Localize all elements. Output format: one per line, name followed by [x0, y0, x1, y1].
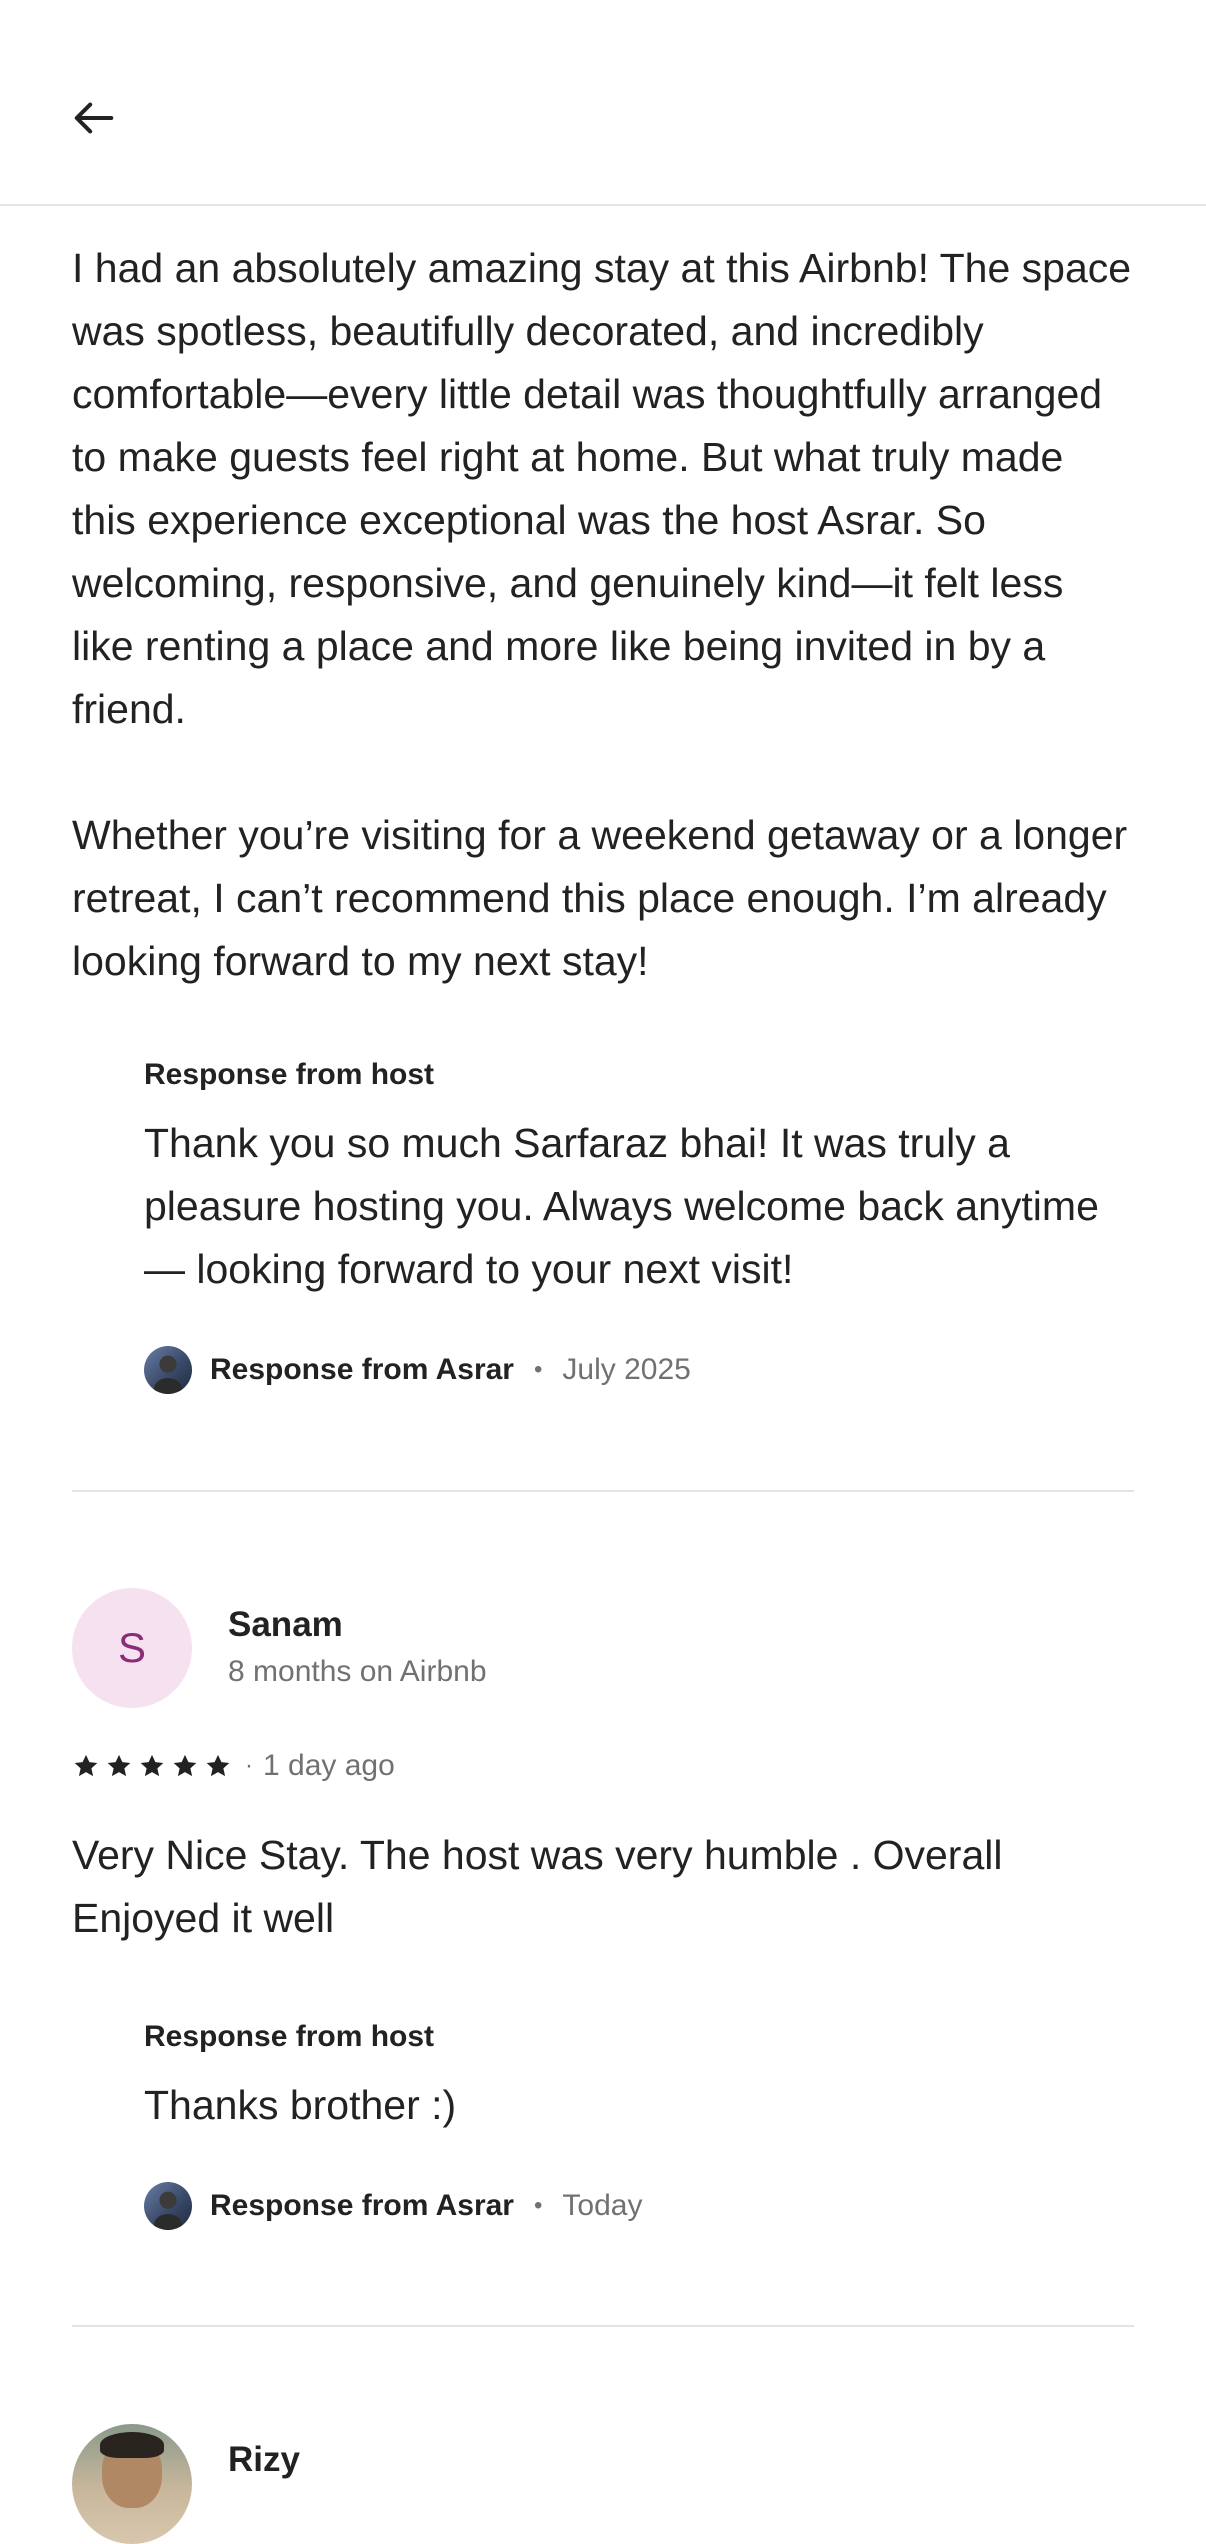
host-response-author: Response from Asrar — [210, 1353, 514, 1386]
host-avatar[interactable] — [144, 2182, 192, 2230]
host-response-meta: Response from Asrar • July 2025 — [144, 1345, 691, 1395]
star-icon — [74, 1754, 98, 1777]
host-response-label: Response from host — [144, 1058, 435, 1091]
review-text-paragraph: Whether you’re visiting for a weekend ge… — [72, 812, 1128, 984]
reviewer-name[interactable]: Sanam — [228, 1605, 343, 1645]
host-response-date: July 2025 — [562, 1353, 691, 1386]
reviewer-name[interactable]: Rizy — [228, 2440, 300, 2480]
separator-dot: • — [533, 1356, 543, 1383]
host-avatar[interactable] — [144, 1346, 192, 1394]
reviewer-avatar[interactable] — [72, 2424, 192, 2544]
host-response-author: Response from Asrar — [210, 2189, 514, 2222]
review-text: Very Nice Stay. The host was very humble… — [72, 1832, 1003, 1941]
back-button[interactable] — [56, 80, 132, 156]
separator-dot: · — [245, 1752, 253, 1779]
star-rating: · 1 day ago — [72, 1748, 395, 1784]
host-response-text: Thanks brother :) — [144, 2082, 457, 2128]
star-icon — [173, 1754, 197, 1777]
host-response-meta: Response from Asrar • Today — [144, 2181, 642, 2231]
separator-dot: • — [533, 2192, 543, 2219]
review-divider — [72, 1490, 1134, 1492]
host-response-text: Thank you so much Sarfaraz bhai! It was … — [144, 1120, 1099, 1292]
arrow-left-icon — [74, 102, 114, 134]
reviewer-avatar[interactable]: S — [72, 1588, 192, 1708]
host-response-label: Response from host — [144, 2020, 435, 2053]
star-icon — [206, 1754, 230, 1777]
host-response-date: Today — [562, 2189, 643, 2222]
star-icon — [140, 1754, 164, 1777]
reviewer-tenure: 8 months on Airbnb — [228, 1655, 487, 1688]
top-bar — [0, 0, 1206, 206]
review-date: 1 day ago — [263, 1749, 395, 1782]
star-icon — [107, 1754, 131, 1777]
review-divider — [72, 2325, 1134, 2327]
review-text-paragraph: I had an absolutely amazing stay at this… — [72, 245, 1132, 732]
